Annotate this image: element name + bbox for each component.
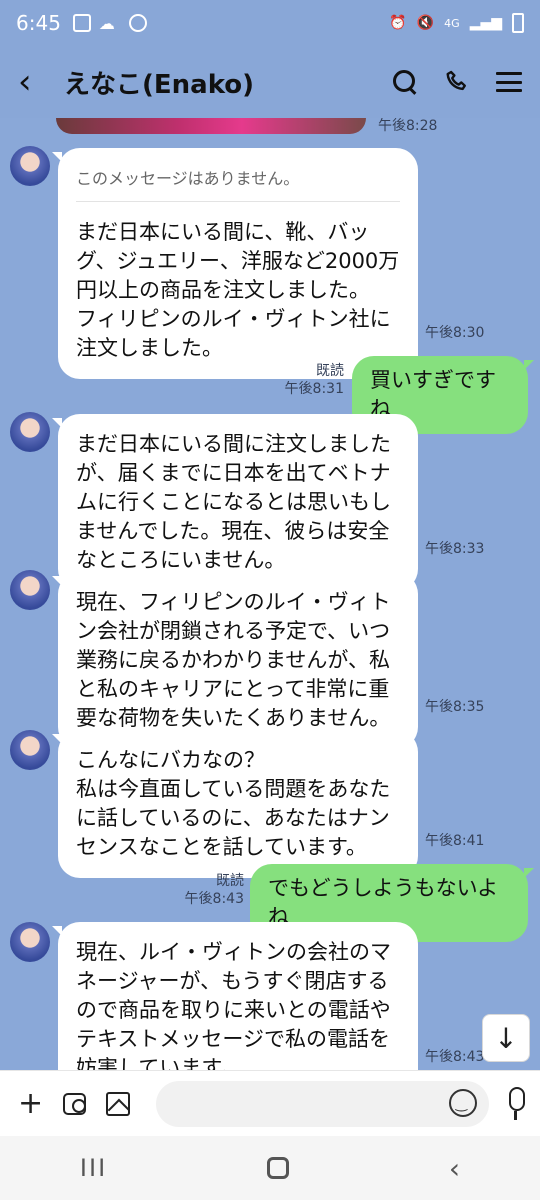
message-line: 妨害しています。 bbox=[76, 1056, 242, 1070]
recent-apps-button[interactable]: III bbox=[80, 1154, 107, 1182]
message-line: 現在、ルイ・ヴィトンの会社のマ bbox=[76, 940, 391, 964]
message-time: 午後8:31 bbox=[284, 381, 344, 397]
avatar[interactable] bbox=[10, 922, 50, 962]
add-button[interactable]: + bbox=[18, 1086, 44, 1121]
network-label: 4G bbox=[444, 16, 460, 30]
read-receipt: 既読 bbox=[316, 363, 344, 379]
arrow-down-icon: ↓ bbox=[494, 1021, 518, 1055]
camera-icon[interactable] bbox=[63, 1092, 87, 1115]
message-line: まだ日本にいる間に注文しました bbox=[76, 432, 391, 456]
image-icon[interactable] bbox=[106, 1091, 130, 1116]
message-bubble[interactable]: 現在、ルイ・ヴィトンの会社のマ ネージャーが、もうすぐ閉店する ので商品を取りに… bbox=[52, 922, 418, 1070]
message-time: 午後8:28 bbox=[378, 118, 438, 134]
message-line: まだ日本にいる間に、靴、バッ bbox=[76, 220, 370, 244]
chevron-left-icon: ‹ bbox=[18, 62, 32, 102]
message-input-bar: + bbox=[0, 1070, 540, 1136]
message-time: 午後8:41 bbox=[425, 833, 485, 849]
home-button[interactable] bbox=[267, 1157, 289, 1179]
message-line: グ、ジュエリー、洋服など2000万 bbox=[76, 249, 400, 273]
status-time: 6:45 bbox=[16, 11, 61, 35]
message-time: 午後8:35 bbox=[425, 699, 485, 715]
message-line: 注文しました。 bbox=[76, 336, 223, 360]
chat-header: ‹ えなこ(Enako) bbox=[0, 46, 540, 118]
message-line: センスなことを話しています。 bbox=[76, 835, 367, 859]
back-button[interactable]: ‹ bbox=[18, 65, 58, 99]
chat-title: えなこ(Enako) bbox=[64, 69, 255, 100]
message-line: ませんでした。現在、彼らは安全 bbox=[76, 519, 390, 543]
message-line: 現在、フィリピンのルイ・ヴィト bbox=[76, 590, 391, 614]
system-nav-bar: III ‹ bbox=[0, 1136, 540, 1200]
message-line: 円以上の商品を注文しました。 bbox=[76, 278, 370, 302]
notification-icon bbox=[72, 14, 91, 32]
app-notification-icon bbox=[128, 14, 147, 32]
message-line: テキストメッセージで私の電話を bbox=[76, 1027, 390, 1051]
message-line: に話しているのに、あなたはナン bbox=[76, 806, 390, 830]
read-receipt: 既読 bbox=[216, 873, 244, 889]
deleted-message-notice: このメッセージはありません。 bbox=[76, 164, 400, 202]
avatar[interactable] bbox=[10, 146, 50, 186]
alarm-icon: ⏰ bbox=[389, 15, 407, 31]
message-line: 業務に戻るかわかりませんが、私 bbox=[76, 648, 390, 672]
message-time: 午後8:33 bbox=[425, 541, 485, 557]
message-time: 午後8:43 bbox=[425, 1049, 485, 1065]
message-meta: 既読 午後8:31 bbox=[280, 362, 344, 398]
message-line: と私のキャリアにとって非常に重 bbox=[76, 677, 390, 701]
message-bubble[interactable]: 現在、フィリピンのルイ・ヴィト ン会社が閉鎖される予定で、いつ 業務に戻るかわか… bbox=[52, 572, 418, 749]
weather-icon: ☁ bbox=[98, 14, 115, 33]
message-line: が、届くまでに日本を出てベトナ bbox=[76, 461, 391, 485]
signal-icon: ▂▄▆ bbox=[469, 15, 502, 31]
avatar[interactable] bbox=[10, 570, 50, 610]
message-input[interactable] bbox=[155, 1080, 489, 1127]
message-bubble[interactable]: このメッセージはありません。 まだ日本にいる間に、靴、バッ グ、ジュエリー、洋服… bbox=[52, 148, 418, 379]
message-line: 要な荷物を失いたくありません。 bbox=[76, 706, 391, 730]
message-line: 私は今直面している問題をあなた bbox=[76, 777, 391, 801]
avatar[interactable] bbox=[10, 730, 50, 770]
avatar[interactable] bbox=[10, 412, 50, 452]
microphone-icon[interactable] bbox=[503, 1086, 526, 1121]
chat-area[interactable]: 午後8:28 このメッセージはありません。 まだ日本にいる間に、靴、バッ グ、ジ… bbox=[0, 118, 540, 1070]
status-bar: 6:45 ☁ ⏰ 🔇 4G ▂▄▆ bbox=[0, 0, 540, 46]
scroll-to-bottom-button[interactable]: ↓ bbox=[482, 1014, 530, 1062]
message-line: ネージャーが、もうすぐ閉店する bbox=[76, 969, 389, 993]
emoji-icon[interactable] bbox=[448, 1088, 477, 1117]
message-time: 午後8:30 bbox=[425, 325, 485, 341]
message-bubble[interactable]: こんなにバカなの？ 私は今直面している問題をあなた に話しているのに、あなたはナ… bbox=[52, 730, 418, 878]
message-line: ン会社が閉鎖される予定で、いつ bbox=[76, 619, 391, 643]
battery-icon bbox=[512, 13, 524, 33]
plus-icon: + bbox=[18, 1086, 44, 1121]
message-line: こんなにバカなの？ bbox=[76, 748, 265, 772]
menu-icon[interactable] bbox=[496, 69, 522, 95]
phone-icon[interactable] bbox=[444, 69, 470, 95]
message-line: なところにいません。 bbox=[76, 548, 286, 572]
message-line: ので商品を取りに来いとの電話や bbox=[76, 998, 391, 1022]
message-meta: 既読 午後8:43 bbox=[180, 872, 244, 908]
message-time: 午後8:43 bbox=[184, 891, 244, 907]
mute-icon: 🔇 bbox=[416, 15, 435, 31]
message-bubble[interactable]: まだ日本にいる間に注文しました が、届くまでに日本を出てベトナ ムに行くことにな… bbox=[52, 414, 418, 591]
message-line: フィリピンのルイ・ヴィトン社に bbox=[76, 307, 391, 331]
back-nav-button[interactable]: ‹ bbox=[449, 1152, 460, 1185]
search-icon[interactable] bbox=[392, 69, 418, 95]
message-line: ムに行くことになるとは思いもし bbox=[76, 490, 391, 514]
image-message-thumbnail[interactable] bbox=[56, 118, 366, 134]
